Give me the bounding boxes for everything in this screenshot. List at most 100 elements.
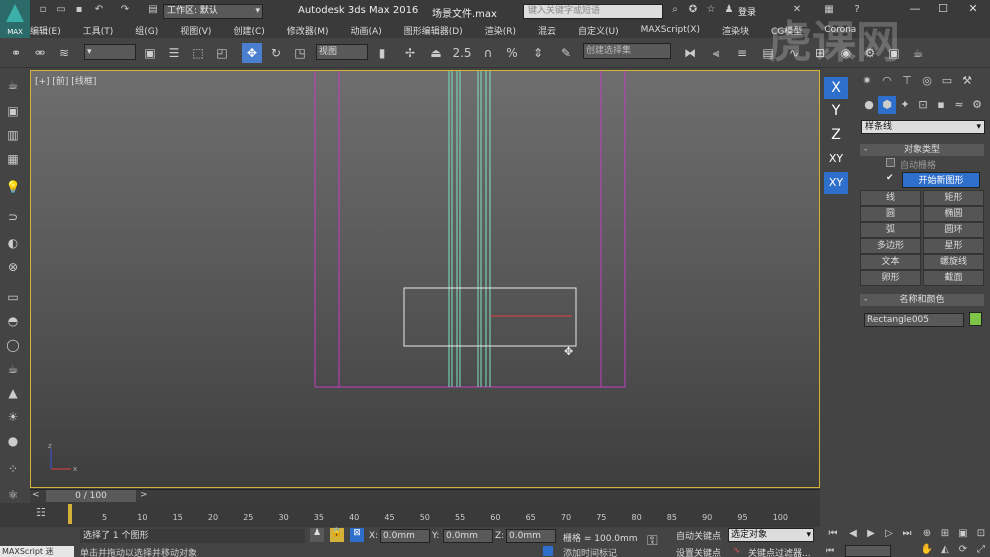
time-slider-handle[interactable]: 0 / 100 (46, 490, 136, 502)
reference-coordinate-dropdown[interactable]: 视图 (316, 44, 368, 60)
current-frame-field[interactable] (845, 545, 891, 557)
fov-icon[interactable]: ◭ (938, 544, 952, 557)
menu-maxscript[interactable]: MAXScript(X) (641, 25, 700, 35)
particles-icon[interactable]: ⁘ (4, 462, 22, 478)
save-file-icon[interactable]: ▪ (72, 4, 86, 18)
axis-xy-plane-button[interactable]: XY (824, 172, 848, 194)
rectangular-selection-icon[interactable]: ⬚ (188, 43, 208, 63)
key-filters-button[interactable]: 关键点过滤器... (748, 546, 811, 557)
selection-lock-icon[interactable]: 🔒 (330, 528, 344, 542)
hemisphere-icon[interactable]: ◓ (4, 314, 22, 330)
select-and-scale-icon[interactable]: ◳ (290, 43, 310, 63)
play-icon[interactable]: ▶ (864, 528, 878, 542)
maximize-button[interactable]: ☐ (928, 0, 958, 20)
spinner-snap-icon[interactable]: ⇕ (528, 43, 548, 63)
edit-named-selection-icon[interactable]: ✎ (556, 43, 576, 63)
star-button[interactable]: 星形 (923, 238, 984, 254)
shapes-icon[interactable]: ⬢ (878, 96, 896, 114)
user-icon[interactable]: ♟ (722, 4, 736, 18)
menu-animation[interactable]: 动画(A) (351, 24, 382, 37)
key-mode-icon[interactable]: ⏮ (826, 546, 840, 556)
menu-civil[interactable]: 混云 (538, 24, 556, 37)
render-production-icon[interactable]: ☕ (908, 43, 928, 63)
unlink-icon[interactable]: ⚮ (30, 43, 50, 63)
isolate-selection-icon[interactable]: ♟ (310, 528, 324, 542)
sun-icon[interactable]: ☀ (4, 410, 22, 426)
window-crossing-icon[interactable]: ◰ (212, 43, 232, 63)
prev-frame-icon[interactable]: < (32, 490, 40, 500)
bind-space-warp-icon[interactable]: ≋ (54, 43, 74, 63)
menu-tools[interactable]: 工具(T) (83, 24, 114, 37)
menu-render-block[interactable]: 渲染块 (722, 24, 749, 37)
axis-x-button[interactable]: X (824, 77, 848, 99)
donut-button[interactable]: 圆环 (923, 222, 984, 238)
select-object-icon[interactable]: ▣ (140, 43, 160, 63)
maxscript-listener[interactable]: MAXScript 迷 (0, 546, 74, 557)
percent-snap-icon[interactable]: % (502, 43, 522, 63)
curve-editor-mini-icon[interactable]: ☷ (36, 506, 46, 519)
object-type-rollout[interactable]: - 对象类型 (860, 144, 984, 156)
time-tag-icon[interactable] (543, 546, 553, 556)
auto-key-button[interactable]: 自动关键点 (676, 529, 721, 542)
next-key-icon[interactable]: ▷ (882, 528, 896, 542)
menu-graph-editors[interactable]: 图形编辑器(D) (404, 24, 463, 37)
align-icon[interactable]: ⫷ (706, 43, 726, 63)
start-new-shape-checkbox[interactable]: ✔ (886, 174, 895, 183)
zoom-icon[interactable]: ⊕ (920, 528, 934, 542)
front-viewport[interactable]: [+] [前] [线框] ✥ z x (30, 70, 820, 488)
auto-grid-checkbox[interactable] (886, 158, 895, 167)
orbit-icon[interactable]: ⟳ (956, 544, 970, 557)
keyboard-shortcut-icon[interactable]: ⏏ (426, 43, 446, 63)
motion-tab-icon[interactable]: ◎ (918, 72, 936, 90)
space-warps-icon[interactable]: ≈ (950, 96, 968, 114)
search-icon[interactable]: ⌕ (668, 4, 682, 18)
named-selection-dropdown[interactable]: 创建选择集 (583, 43, 671, 59)
zoom-extents-all-icon[interactable]: ⊡ (974, 528, 988, 542)
start-new-shape-button[interactable]: 开始新图形 (902, 172, 980, 188)
x-coord-field[interactable]: 0.0mm (380, 529, 430, 543)
axis-xy-button[interactable]: XY (824, 148, 848, 170)
key-mode-dropdown[interactable]: 选定对象 ▾ (728, 528, 814, 542)
menu-create[interactable]: 创建(C) (233, 24, 264, 37)
ngon-button[interactable]: 多边形 (860, 238, 921, 254)
z-coord-field[interactable]: 0.0mm (506, 529, 556, 543)
time-slider[interactable] (30, 489, 820, 503)
add-time-tag-label[interactable]: 添加时间标记 (563, 546, 617, 557)
time-cursor[interactable] (68, 504, 72, 524)
layer-manager-icon[interactable]: ≡ (732, 43, 752, 63)
select-and-rotate-icon[interactable]: ↻ (266, 43, 286, 63)
menu-customize[interactable]: 自定义(U) (578, 24, 619, 37)
menu-edit[interactable]: 编辑(E) (30, 24, 61, 37)
open-file-icon[interactable]: ▭ (54, 4, 68, 18)
close-button[interactable]: ✕ (958, 0, 988, 20)
moon-icon[interactable]: ◐ (4, 236, 22, 252)
absolute-transform-icon[interactable]: ⊠ (350, 528, 364, 542)
box-icon[interactable]: ▭ (4, 290, 22, 306)
new-file-icon[interactable]: ▫ (36, 4, 50, 18)
minimize-button[interactable]: — (900, 0, 930, 20)
egg-button[interactable]: 卵形 (860, 270, 921, 286)
torus-icon[interactable]: ◯ (4, 338, 22, 354)
line-button[interactable]: 线 (860, 190, 921, 206)
light-bulb-icon[interactable]: 💡 (4, 180, 22, 196)
menu-group[interactable]: 组(G) (135, 24, 158, 37)
pan-icon[interactable]: ✋ (920, 544, 934, 557)
circle-button[interactable]: 圆 (860, 206, 921, 222)
angle-snap-icon[interactable]: ∩ (478, 43, 498, 63)
category-dropdown[interactable]: 样条线 ▾ (861, 120, 985, 134)
link-icon[interactable]: ⚭ (6, 43, 26, 63)
select-by-name-icon[interactable]: ☰ (164, 43, 184, 63)
snap-2d-icon[interactable]: 2.5 (452, 43, 472, 63)
vertical-pipes-shape[interactable] (448, 71, 491, 387)
pivot-point-icon[interactable]: ▮ (372, 43, 392, 63)
sound-icon[interactable]: ⊃ (4, 210, 22, 226)
helpers-icon[interactable]: ▪ (932, 96, 950, 114)
display-tab-icon[interactable]: ▭ (938, 72, 956, 90)
arc-button[interactable]: 弧 (860, 222, 921, 238)
object-color-swatch[interactable] (969, 312, 982, 326)
menu-modifiers[interactable]: 修改器(M) (287, 24, 329, 37)
favorites-icon[interactable]: ☆ (704, 4, 718, 18)
object-name-field[interactable]: Rectangle005 (864, 313, 964, 327)
zoom-extents-icon[interactable]: ▣ (956, 528, 970, 542)
rectangle-button[interactable]: 矩形 (923, 190, 984, 206)
